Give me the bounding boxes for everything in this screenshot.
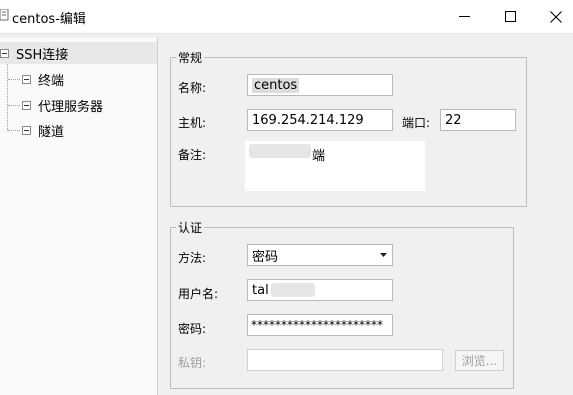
tree-item-terminal[interactable]: 终端 xyxy=(22,68,67,90)
username-value: tal xyxy=(252,282,269,298)
tree-item-proxy[interactable]: 代理服务器 xyxy=(22,94,106,116)
browse-button[interactable]: 浏览... xyxy=(455,350,504,371)
note-value: 端 xyxy=(312,149,326,164)
collapse-icon xyxy=(22,125,31,135)
name-input[interactable]: centos xyxy=(247,74,393,96)
title-bar: centos-编辑 xyxy=(0,0,573,34)
tree-item-ssh[interactable]: SSH连接 xyxy=(0,42,157,64)
settings-tree: SSH连接 终端 代理服务器 隧道 xyxy=(0,38,158,395)
username-label: 用户名: xyxy=(178,287,219,301)
close-button[interactable] xyxy=(533,0,573,33)
host-input[interactable]: 169.254.214.129 xyxy=(247,109,393,131)
name-value: centos xyxy=(252,77,300,93)
password-input[interactable]: ********************** xyxy=(247,314,393,336)
chevron-down-icon xyxy=(380,253,387,257)
tree-connector xyxy=(7,64,8,131)
host-label: 主机: xyxy=(178,116,207,130)
port-input[interactable]: 22 xyxy=(440,109,516,131)
port-value: 22 xyxy=(445,112,462,128)
username-input[interactable]: tal xyxy=(247,279,393,301)
method-label: 方法: xyxy=(178,251,207,265)
password-value: ********************** xyxy=(251,318,383,332)
auth-legend: 认证 xyxy=(178,221,203,235)
private-key-input[interactable] xyxy=(247,349,443,371)
maximize-button[interactable] xyxy=(487,0,533,33)
note-label: 备注: xyxy=(178,148,207,162)
general-legend: 常规 xyxy=(178,51,203,65)
tree-item-label: 隧道 xyxy=(38,124,65,140)
close-icon xyxy=(550,10,562,23)
tree-item-tunnel[interactable]: 隧道 xyxy=(22,119,67,141)
tree-connector xyxy=(8,130,20,131)
tree-item-label: 代理服务器 xyxy=(38,99,104,115)
maximize-icon xyxy=(504,11,516,22)
tree-item-label: SSH连接 xyxy=(16,47,69,63)
collapse-icon xyxy=(22,74,31,84)
window-title: centos-编辑 xyxy=(12,12,86,27)
name-label: 名称: xyxy=(178,81,207,95)
tree-connector xyxy=(8,105,20,106)
tree-connector xyxy=(8,79,20,80)
private-key-label: 私钥: xyxy=(178,356,207,370)
redacted-text xyxy=(249,144,311,158)
host-value: 169.254.214.129 xyxy=(252,112,364,128)
collapse-icon xyxy=(0,48,9,58)
redacted-text xyxy=(270,283,315,297)
tree-item-label: 终端 xyxy=(38,73,65,89)
method-select[interactable]: 密码 xyxy=(247,244,393,266)
app-icon xyxy=(0,9,9,21)
collapse-icon xyxy=(22,100,31,110)
minimize-icon xyxy=(458,16,470,17)
port-label: 端口: xyxy=(402,116,431,130)
note-textarea[interactable]: 端 xyxy=(245,141,425,191)
method-value: 密码 xyxy=(252,249,279,265)
password-label: 密码: xyxy=(178,322,207,336)
minimize-button[interactable] xyxy=(441,0,487,33)
